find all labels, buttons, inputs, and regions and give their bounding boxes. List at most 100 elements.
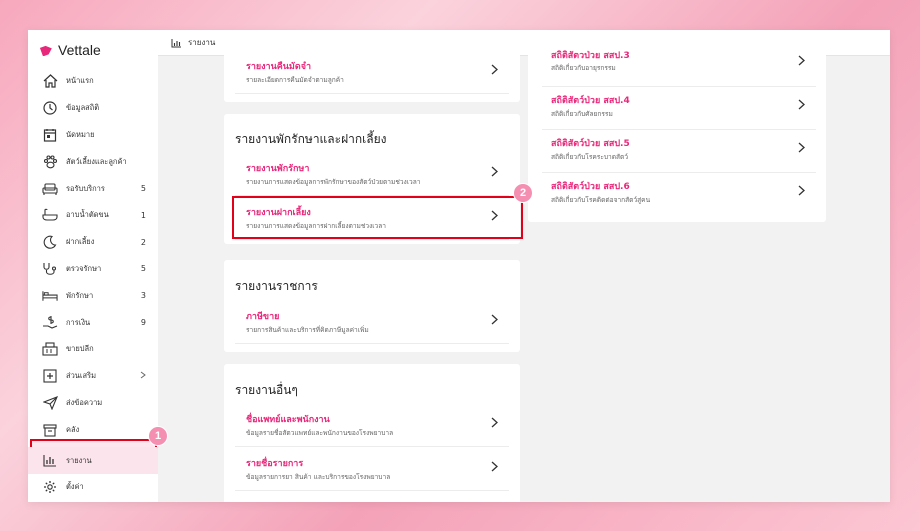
report-row-sales-tax[interactable]: ภาษีขาย รายการสินค้าและบริการที่คิดภาษีม… [235,300,509,344]
chevron-right-icon [489,164,499,178]
report-row-title: สถิติสัตวป่วย สสป.3 [551,51,630,61]
sidebar-item-label: รอรับบริการ [66,183,105,193]
report-row-subtitle: รายงานการแสดงข้อมูลการพักรักษาของสัตว์ป่… [246,178,421,186]
report-row-stat-3[interactable]: สถิติสัตวป่วย สสป.3 สถิติเกี่ยวกับอายุรก… [542,44,816,87]
sidebar-item-count: 3 [140,291,146,301]
sidebar-item-label: คลัง [66,424,80,434]
report-card-government: รายงานราชการ ภาษีขาย รายการสินค้าและบริก… [224,260,520,352]
sidebar-nav: หน้าแรก ข้อมูลสถิติ นัดหมาย สัตว์เลี้ยงแ… [28,68,158,501]
report-row-title: สถิติสัตว์ป่วย สสป.5 [551,139,630,149]
report-row-subtitle: สถิติเกี่ยวกับโรคติดต่อจากสัตว์สู่คน [551,196,651,204]
sidebar-item-label: สัตว์เลี้ยงและลูกค้า [66,156,127,166]
report-row-hospitalization[interactable]: รายงานพักรักษา รายงานการแสดงข้อมูลการพัก… [235,152,509,196]
chevron-right-icon [489,62,499,76]
sidebar-item-count: 5 [140,184,146,194]
chevron-right-icon [140,371,146,381]
report-row-stat-4[interactable]: สถิติสัตว์ป่วย สสป.4 สถิติเกี่ยวกับศัลยก… [542,87,816,130]
chevron-right-icon [796,97,806,111]
card-title: รายงานราชการ [235,279,318,293]
report-row-title: รายชื่อรายการ [246,459,304,469]
sidebar-item-count: 2 [140,237,146,247]
report-row-subtitle: รายการสินค้าและบริการที่คิดภาษีมูลค่าเพิ… [246,326,369,334]
sidebar-item-count: 9 [140,318,146,328]
paw-icon [42,154,58,170]
chevron-right-icon [796,183,806,197]
sidebar-item-settings[interactable]: ตั้งค่า [28,474,158,501]
report-row-stat-5[interactable]: สถิติสัตว์ป่วย สสป.5 สถิติเกี่ยวกับโรคระ… [542,130,816,173]
sidebar-item-label: หน้าแรก [66,76,94,86]
sidebar-item-label: รายงาน [66,455,92,465]
calendar-icon [42,127,58,143]
report-row-title: สถิติสัตว์ป่วย สสป.4 [551,96,630,106]
step-badge-1: 1 [148,426,168,446]
report-row-item-list[interactable]: รายชื่อรายการ ข้อมูลรายการยา สินค้า และบ… [235,447,509,491]
sidebar-item-label: นัดหมาย [66,129,95,139]
sofa-icon [42,181,58,197]
sidebar-item-boarding[interactable]: ฝากเลี้ยง 2 [28,229,158,256]
sidebar-item-label: ส่งข้อความ [66,397,103,407]
report-row-subtitle: สถิติเกี่ยวกับโรคระบาดสัตว์ [551,153,629,161]
card-title: รายงานพักรักษาและฝากเลี้ยง [235,132,387,146]
sidebar-item-label: ส่วนเสริม [66,371,97,381]
sidebar-item-label: ตรวจรักษา [66,263,102,273]
bathtub-icon [42,207,58,223]
step-badge-2: 2 [513,183,533,203]
sidebar-item-count: 1 [140,210,146,220]
card-title: รายงานอื่นๆ [235,383,298,397]
sidebar-item-hospitalization[interactable]: พักรักษา 3 [28,282,158,309]
sidebar-item-examination[interactable]: ตรวจรักษา 5 [28,256,158,283]
app-logo[interactable]: Vettale [40,42,101,58]
sidebar-item-label: พักรักษา [66,290,94,300]
sidebar-item-label: ตั้งค่า [66,482,84,492]
page-title: รายงาน [188,38,216,47]
chevron-right-icon [796,53,806,67]
sidebar-item-inventory[interactable]: คลัง [28,416,158,443]
app-name: Vettale [58,42,101,58]
sidebar-item-label: ขายปลีก [66,344,94,354]
report-row-staff[interactable]: ชื่อแพทย์และพนักงาน ข้อมูลรายชื่อสัตวแพท… [235,403,509,447]
sidebar-item-waiting[interactable]: รอรับบริการ 5 [28,175,158,202]
report-row-subtitle: สถิติเกี่ยวกับศัลยกรรม [551,110,613,118]
plus-box-icon [42,368,58,384]
report-row-title: รายงานคืนมัดจำ [246,62,312,72]
chevron-right-icon [489,312,499,326]
report-card-statistics: สถิติสัตวป่วย สสป.3 สถิติเกี่ยวกับอายุรก… [528,50,826,222]
sidebar-item-grooming[interactable]: อาบน้ำตัดขน 1 [28,202,158,229]
chevron-right-icon [796,140,806,154]
sidebar-item-label: การเงิน [66,317,91,327]
register-icon [42,341,58,357]
report-row-deposit-refund[interactable]: รายงานคืนมัดจำ รายละเอียดการคืนมัดจำตามล… [235,50,509,94]
sidebar-item-statistics[interactable]: ข้อมูลสถิติ [28,95,158,122]
box-icon [42,422,58,438]
report-row-subtitle: ข้อมูลรายชื่อสัตวแพทย์และพนักงานของโรงพย… [246,429,394,437]
report-row-subtitle: ข้อมูลรายการยา สินค้า และบริการของโรงพยา… [246,473,391,481]
sidebar-item-messages[interactable]: ส่งข้อความ [28,390,158,417]
sidebar-item-reports[interactable]: รายงาน [28,447,158,474]
sidebar-item-home[interactable]: หน้าแรก [28,68,158,95]
sidebar-item-label: ฝากเลี้ยง [66,237,95,247]
report-row-title: ชื่อแพทย์และพนักงาน [246,415,330,425]
chevron-right-icon [489,415,499,429]
sidebar-item-addons[interactable]: ส่วนเสริม [28,363,158,390]
report-row-title: สถิติสัตว์ป่วย สสป.6 [551,182,630,192]
report-row-title: รายงานพักรักษา [246,164,310,174]
sidebar: Vettale หน้าแรก ข้อมูลสถิติ นัดหมาย สัตว… [28,30,158,502]
sidebar-item-label: อาบน้ำตัดขน [66,210,109,220]
tag-icon [40,45,53,56]
sidebar-item-appointments[interactable]: นัดหมาย [28,122,158,149]
report-row-stat-6[interactable]: สถิติสัตว์ป่วย สสป.6 สถิติเกี่ยวกับโรคติ… [542,173,816,216]
chevron-right-icon [489,459,499,473]
report-card-other: รายงานอื่นๆ ชื่อแพทย์และพนักงาน ข้อมูลรา… [224,364,520,502]
bed-icon [42,288,58,304]
sidebar-item-finance[interactable]: การเงิน 9 [28,309,158,336]
sidebar-item-retail[interactable]: ขายปลีก [28,336,158,363]
sidebar-item-pets-customers[interactable]: สัตว์เลี้ยงและลูกค้า [28,148,158,175]
report-row-subtitle: รายละเอียดการคืนมัดจำตามลูกค้า [246,76,344,84]
send-icon [42,395,58,411]
stethoscope-icon [42,261,58,277]
report-row-subtitle: สถิติเกี่ยวกับอายุรกรรม [551,64,616,72]
gear-icon [42,479,58,495]
money-icon [42,315,58,331]
bar-chart-icon [171,33,182,52]
home-icon [42,73,58,89]
